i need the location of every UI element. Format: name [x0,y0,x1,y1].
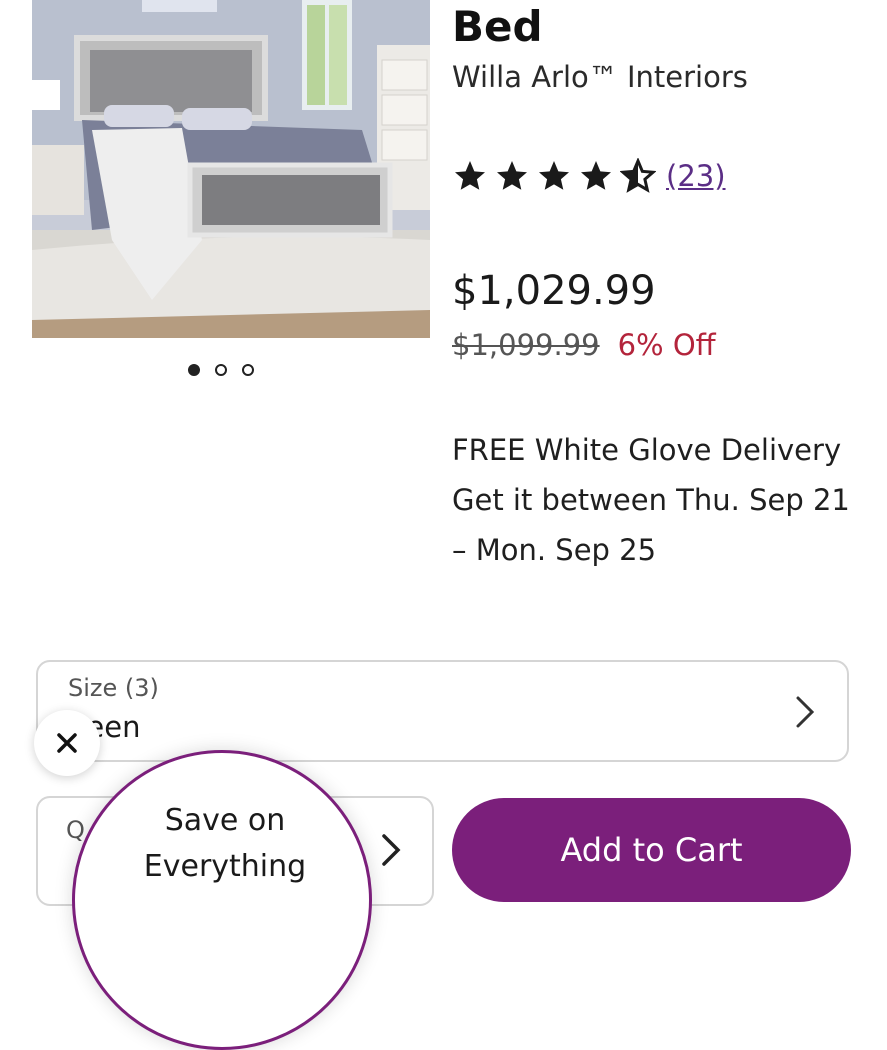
add-to-cart-button[interactable]: Add to Cart [452,798,851,902]
star-icon [581,161,611,190]
product-rating[interactable]: (23) [452,158,726,194]
size-selector[interactable]: Size (3) ueen [36,660,849,762]
review-count-link[interactable]: (23) [666,159,726,193]
save-on-everything-promo[interactable]: Save on Everything [72,750,372,1050]
chevron-right-icon [382,834,401,866]
product-image[interactable] [32,0,430,338]
carousel-dots [188,360,278,380]
close-promo-button[interactable] [34,710,100,776]
carousel-dot-2[interactable] [215,364,227,376]
star-icon [455,161,485,190]
delivery-info: FREE White Glove Delivery Get it between… [452,425,882,575]
carousel-dot-1[interactable] [188,364,200,376]
discount-badge: 6% Off [617,328,716,362]
star-icon [539,161,569,190]
half-star-icon [620,158,656,193]
delivery-window-end: – Mon. Sep 25 [452,533,657,567]
product-brand[interactable]: Willa Arlo™ Interiors [452,60,748,94]
original-price: $1,099.99 [452,328,600,362]
current-price: $1,029.99 [452,268,656,314]
price-comparison: $1,099.99 6% Off [452,328,716,362]
promo-line-2: Everything [143,849,307,884]
delivery-window: Get it between Thu. Sep 21 [452,483,850,517]
product-title: Bed [452,2,543,51]
delivery-headline: FREE White Glove Delivery [452,433,842,467]
bed-photo [32,0,430,338]
promo-line-1: Save on [164,803,286,838]
carousel-dot-3[interactable] [242,364,254,376]
star-icon [497,161,527,190]
chevron-right-icon [796,696,815,728]
size-label: Size (3) [68,674,159,702]
close-icon [57,733,77,753]
